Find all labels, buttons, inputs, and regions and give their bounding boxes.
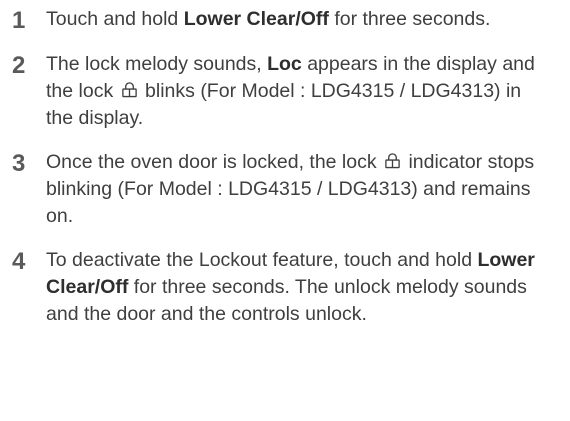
step-number: 3: [12, 150, 26, 177]
step-text: Once the oven door is locked, the lock i…: [46, 149, 536, 230]
step-text-part: The lock melody sounds,: [46, 53, 268, 75]
step-number: 4: [12, 248, 26, 275]
step-4: 4 To deactivate the Lockout feature, tou…: [12, 247, 560, 328]
step-1: 1 Touch and hold Lower Clear/Off for thr…: [12, 6, 560, 34]
step-2: 2 The lock melody sounds, Loc appears in…: [12, 51, 560, 132]
step-text-part: for three seconds.: [328, 8, 491, 30]
lock-icon: [121, 82, 137, 98]
step-text: To deactivate the Lockout feature, touch…: [46, 247, 536, 328]
step-number: 2: [12, 52, 26, 79]
step-number: 1: [12, 7, 26, 34]
lock-icon: [385, 153, 400, 169]
step-text-part: To deactivate the Lockout feature, touch…: [46, 249, 478, 271]
display-code: Loc: [267, 53, 302, 75]
step-text-part: Touch and hold: [46, 8, 184, 30]
button-name: Lower Clear/Off: [183, 8, 329, 30]
step-text-part: Once the oven door is locked, the lock: [46, 151, 383, 173]
step-text: The lock melody sounds, Loc appears in t…: [46, 51, 536, 132]
instruction-steps: 1 Touch and hold Lower Clear/Off for thr…: [0, 0, 570, 421]
step-text: Touch and hold Lower Clear/Off for three…: [46, 6, 536, 33]
step-3: 3 Once the oven door is locked, the lock…: [12, 149, 560, 230]
